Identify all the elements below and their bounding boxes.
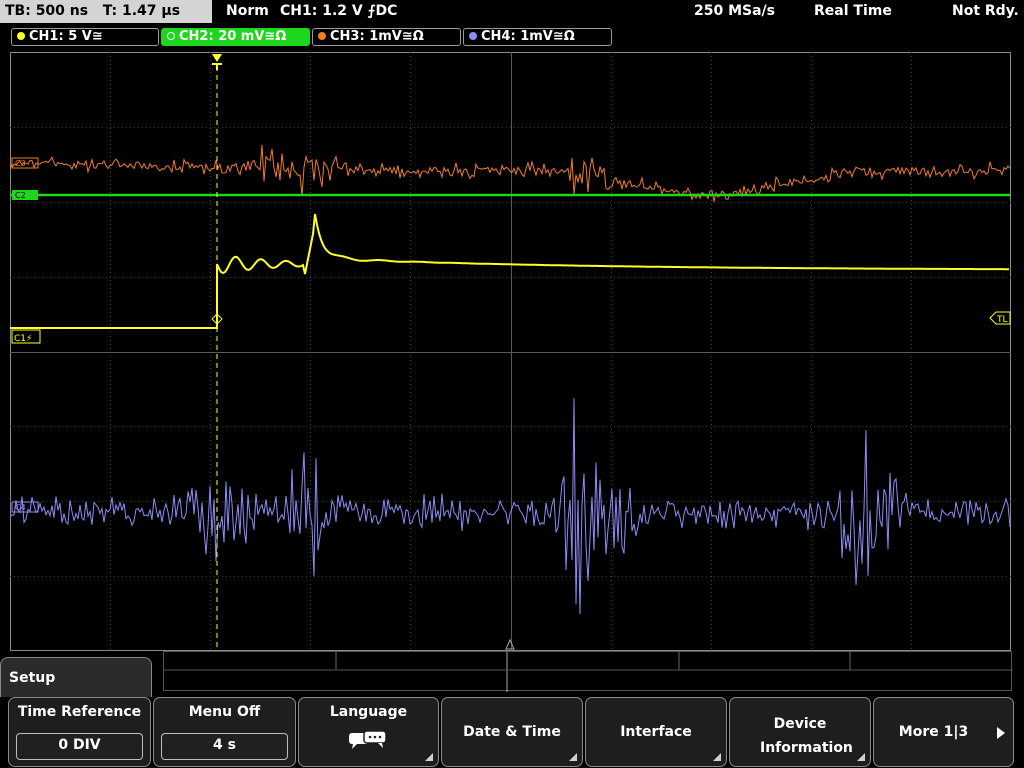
ch1-tag-text: C1⚡ [14, 334, 32, 344]
channel-chip-ch4[interactable]: CH4: 1mV≅Ω [463, 28, 612, 46]
ch2-color-icon [167, 32, 175, 40]
submenu-corner-icon [857, 753, 865, 761]
ch3-label: CH3: 1mV≅Ω [330, 29, 424, 44]
menu-off-value[interactable]: 4 s [161, 733, 288, 760]
softkey-time-reference-label: Time Reference [17, 704, 142, 720]
softkey-menu-off[interactable]: Menu Off 4 s [153, 697, 296, 767]
speech-bubble-icon [349, 730, 387, 749]
softkey-date-time[interactable]: Date & Time [441, 697, 583, 767]
softkey-interface[interactable]: Interface [585, 697, 727, 767]
ch2-offset-marker: C2 [12, 190, 38, 200]
ch4-tag-text: C4 [15, 503, 26, 512]
timebase-value: TB: 500 ns [5, 3, 89, 19]
trigger-time-value: T: 1.47 µs [102, 3, 181, 19]
softkey-more[interactable]: More 1|3 [873, 697, 1014, 767]
ch1-color-icon [17, 32, 25, 40]
trigger-mode[interactable]: Norm [226, 0, 269, 23]
sample-rate: 250 MSa/s [694, 3, 776, 19]
ch3-color-icon [318, 32, 326, 40]
channel-chip-ch1[interactable]: CH1: 5 V≅ [11, 28, 159, 46]
submenu-corner-icon [713, 753, 721, 761]
softkey-device-information[interactable]: Device Information [729, 697, 871, 767]
channel-chip-ch3[interactable]: CH3: 1mV≅Ω [312, 28, 461, 46]
display-border [10, 52, 1011, 651]
ch4-label: CH4: 1mV≅Ω [481, 29, 575, 44]
waveform-display[interactable]: C1⚡ C2 C3 C4 TL [10, 52, 1011, 651]
softkey-menu-off-label: Menu Off [188, 704, 261, 720]
ch1-ground-marker: C1⚡ [11, 329, 41, 344]
softkey-time-reference[interactable]: Time Reference 0 DIV [8, 697, 151, 767]
overview-strip [163, 651, 1013, 692]
submenu-corner-icon [569, 753, 577, 761]
acquisition-mode: Real Time [814, 3, 892, 19]
softkey-interface-label: Interface [620, 724, 692, 740]
trigger-setting[interactable]: CH1: 1.2 V ⨍DC [280, 0, 397, 23]
next-page-icon [997, 727, 1005, 739]
trigger-level-text: TL [996, 315, 1008, 325]
softkey-device-information-label: Device Information [760, 716, 853, 756]
trigger-state: Not Rdy. [952, 3, 1019, 19]
time-reference-value[interactable]: 0 DIV [16, 733, 143, 760]
submenu-corner-icon [425, 753, 433, 761]
ch2-tag-text: C2 [15, 191, 26, 200]
menu-title: Setup [0, 657, 152, 697]
ch4-color-icon [469, 32, 477, 40]
overview-strip-graphic [164, 652, 1013, 692]
softkey-more-label: More 1|3 [898, 724, 969, 740]
ch1-label: CH1: 5 V≅ [29, 29, 103, 44]
channel-chip-ch2[interactable]: CH2: 20 mV≅Ω [161, 28, 310, 46]
ch3-tag-text: C3 [15, 159, 26, 168]
timebase-readout[interactable]: TB: 500 ns T: 1.47 µs [0, 0, 212, 23]
ch2-label: CH2: 20 mV≅Ω [179, 29, 287, 44]
softkey-language[interactable]: Language [298, 697, 439, 767]
softkey-date-time-label: Date & Time [463, 724, 561, 740]
softkey-language-label: Language [329, 704, 408, 720]
